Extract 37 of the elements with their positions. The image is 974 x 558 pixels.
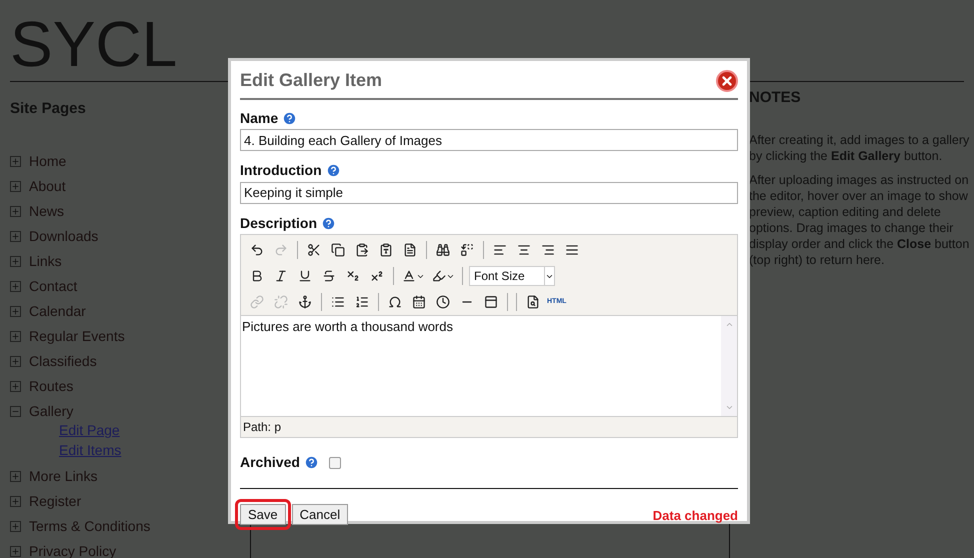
sidebar-item[interactable]: More Links (29, 466, 98, 486)
notes-heading: NOTES (749, 90, 801, 106)
help-icon[interactable] (304, 455, 319, 470)
sidebar-item[interactable]: Calendar (29, 300, 86, 322)
sidebar-item[interactable]: About (29, 176, 66, 196)
close-button[interactable] (716, 70, 738, 92)
sidebar-item[interactable]: Classifieds (29, 350, 97, 372)
field-label: Archived (240, 453, 300, 472)
help-icon[interactable] (321, 216, 336, 230)
help-icon[interactable] (326, 163, 341, 178)
cancel-button[interactable]: Cancel (292, 504, 348, 525)
sidebar-item[interactable]: Register (29, 490, 82, 512)
notes-paragraph: After uploading images as instructed on the editor, hover over an image to show preview, caption editing and delete options. Drag images to change their display order and click the Close button (top right) to return here. (749, 172, 970, 268)
archived-checkbox[interactable] (328, 456, 341, 468)
notes-paragraph: After creating it, add images to a gallery by clicking the Edit Gallery button. (749, 132, 970, 164)
sidebar-item[interactable]: Downloads (29, 226, 98, 246)
text-field[interactable]: 4. Building each Gallery of Images (240, 129, 738, 151)
status-message: Data changed (652, 506, 738, 525)
text-field[interactable]: Keeping it simple (240, 182, 738, 204)
help-icon[interactable] (282, 110, 298, 126)
sidebar-item[interactable]: News (29, 200, 64, 222)
dialog-title: Edit Gallery Item (240, 69, 382, 92)
sidebar-item[interactable]: Routes (29, 376, 74, 396)
site-title: SYCL (10, 8, 178, 80)
sidebar-item[interactable]: Links (29, 250, 62, 272)
field-label: Introduction (240, 161, 322, 180)
sidebar-item[interactable]: Contact (29, 276, 78, 296)
editor-path: Path: p (242, 419, 282, 436)
field-label: Name (240, 108, 278, 128)
font-size-select[interactable]: Font Size (469, 266, 555, 286)
sidebar-item[interactable]: Terms & Conditions (29, 516, 150, 536)
sidebar-item[interactable]: Home (29, 150, 66, 172)
sidebar-item[interactable]: Regular Events (29, 326, 125, 346)
sidebar-heading: Site Pages (10, 99, 86, 119)
close-icon (720, 74, 734, 88)
sidebar-item[interactable]: Gallery (29, 400, 74, 422)
field-label: Description (240, 214, 318, 233)
